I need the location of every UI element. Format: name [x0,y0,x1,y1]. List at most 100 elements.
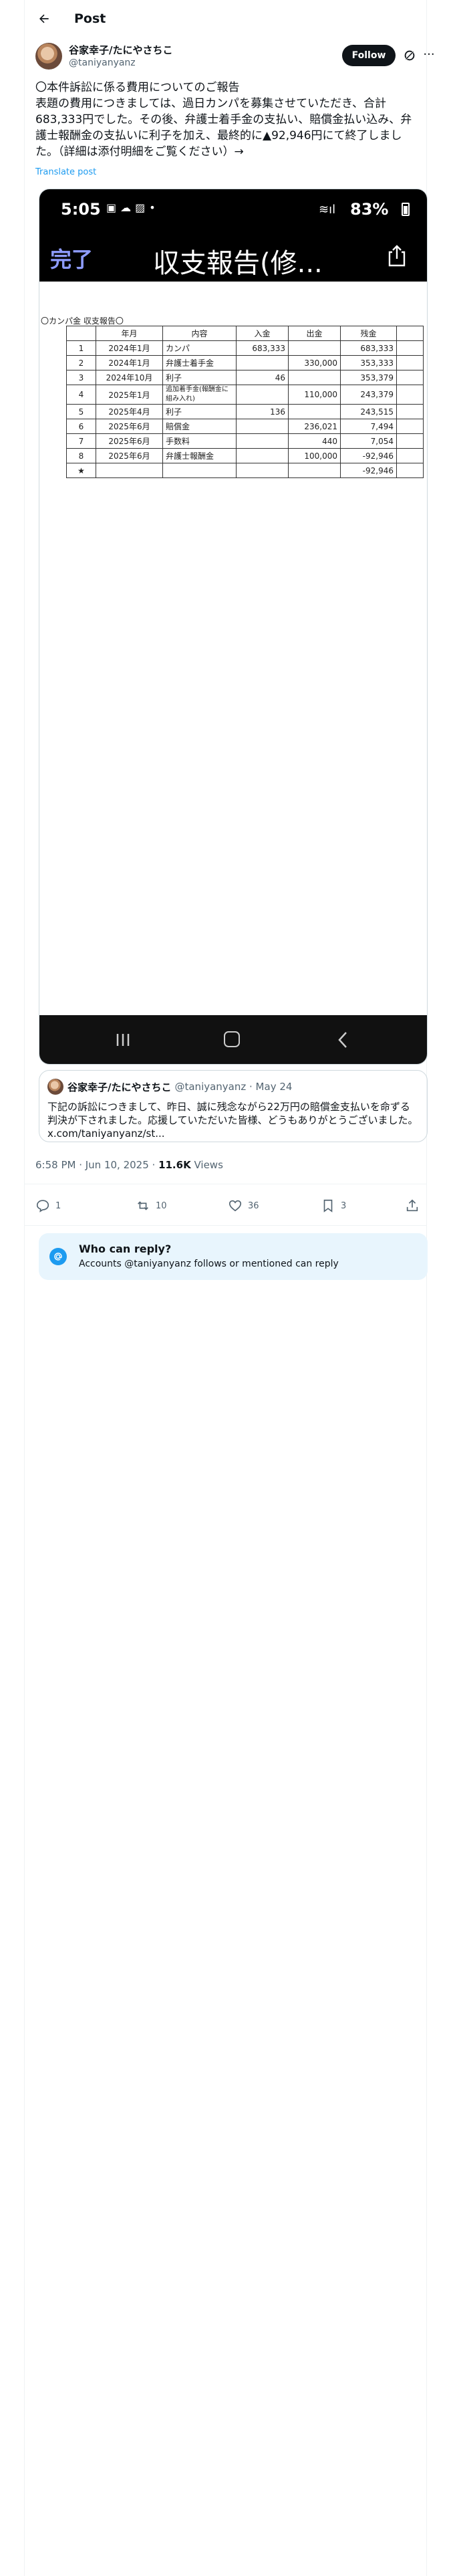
cell-date: 2024年1月 [96,355,163,370]
like-count: 36 [248,1200,259,1211]
repost-button[interactable]: 10 [136,1198,167,1213]
document-title: 収支報告(修... [153,248,323,279]
cell-balance: 243,379 [340,385,397,405]
cell-empty [396,448,424,463]
timestamp-text[interactable]: 6:58 PM · Jun 10, 2025 · [35,1159,158,1171]
column-border-left [24,0,25,2576]
done-button: 完了 [50,247,94,272]
cell-in: 46 [236,370,289,385]
wifi-signal-icon: ≋ıl [319,203,336,217]
column-header: 年月 [96,326,163,341]
author-handle[interactable]: @taniyanyanz [69,57,172,69]
ledger-table: 年月 内容 入金 出金 残金 1 2024年1月 カンパ 683,333 683… [66,326,424,478]
cell-in: 683,333 [236,340,289,356]
table-row: 3 2024年10月 利子 46 353,379 [66,370,424,385]
cell-out: 110,000 [288,385,341,405]
table-row: 2 2024年1月 弁護士着手金 330,000 353,333 [66,355,424,370]
cell-item: 利子 [162,404,237,419]
cell-empty [396,419,424,434]
author-name[interactable]: 谷家幸子/たにやさちこ [69,44,172,57]
table-row: 1 2024年1月 カンパ 683,333 683,333 [66,340,424,356]
cell-empty [396,370,424,385]
cell-in [236,419,289,434]
quoted-text-body: 下記の訴訟につきまして、昨日、誠に残念ながら22万円の賠償金支払いを命ずる判決が… [47,1101,418,1126]
repost-icon [138,1201,148,1210]
cell-date: 2024年1月 [96,340,163,356]
cell-date: 2025年1月 [96,385,163,405]
quoted-author-name: 谷家幸子/たにやさちこ [67,1081,172,1093]
reply-restriction-subtitle: Accounts @taniyanyanz follows or mention… [79,1259,339,1269]
cell-in [236,463,289,478]
page-header: Post [25,0,426,37]
battery-icon [402,203,410,216]
views-label: Views [190,1159,223,1171]
quoted-avatar [47,1079,63,1095]
cell-balance: 7,054 [340,433,397,449]
post-text: 〇本件訴訟に係る費用についてのご報告 表題の費用につきましては、過日カンパを募集… [35,81,412,158]
reply-button[interactable]: 1 [35,1198,61,1213]
cell-date: 2025年4月 [96,404,163,419]
table-header-row: 年月 内容 入金 出金 残金 [66,326,424,341]
bookmark-button[interactable]: 3 [321,1198,346,1213]
arrow-left-icon [39,14,49,23]
repost-count: 10 [156,1200,167,1211]
document-heading: 〇カンパ金 収支報告〇 [41,316,124,326]
phone-app-toolbar: 完了 収支報告(修... [39,228,427,282]
share-button[interactable] [405,1198,425,1213]
post-timestamp: 6:58 PM · Jun 10, 2025 · 11.6K Views [35,1159,223,1171]
cell-item: カンパ [162,340,237,356]
column-header-empty [396,326,424,341]
home-icon [224,1031,240,1047]
cell-empty [396,404,424,419]
cell-item [162,463,237,478]
grok-icon[interactable] [402,48,417,63]
cell-date [96,463,163,478]
reply-icon [36,1200,49,1212]
battery-level: 83% [350,200,389,219]
column-header: 出金 [288,326,341,341]
reply-restriction-title: Who can reply? [79,1243,172,1255]
cell-no: 7 [66,433,96,449]
page-title: Post [74,11,106,26]
quoted-post[interactable]: 谷家幸子/たにやさちこ @taniyanyanz · May 24 下記の訴訟に… [39,1070,428,1142]
column-header-no [66,326,96,341]
cell-no: 6 [66,419,96,434]
quoted-post-header: 谷家幸子/たにやさちこ @taniyanyanz · May 24 [47,1079,292,1095]
author-row: 谷家幸子/たにやさちこ @taniyanyanz Follow ··· [35,40,435,72]
cell-item: 賠償金 [162,419,237,434]
back-icon [338,1032,347,1048]
cell-no: ★ [66,463,96,478]
document-view: 〇カンパ金 収支報告〇 年月 内容 入金 出金 残金 1 2024年1月 カンパ… [39,282,427,964]
status-time: 5:05 [61,200,101,219]
recent-apps-icon [116,1034,130,1046]
back-button[interactable] [33,7,55,30]
table-row: ★ -92,946 [66,463,424,478]
translate-link[interactable]: Translate post [35,167,96,177]
cell-out [288,370,341,385]
cell-empty [396,433,424,449]
cell-item: 追加着手金(報酬金に組み入れ) [162,385,237,405]
post-page: Post 谷家幸子/たにやさちこ @taniyanyanz Follow ···… [0,0,451,2576]
cell-balance: -92,946 [340,448,397,463]
table-row: 6 2025年6月 賠償金 236,021 7,494 [66,419,424,434]
follow-button[interactable]: Follow [342,45,396,66]
divider [25,1225,426,1226]
cell-no: 4 [66,385,96,405]
mention-icon [49,1248,67,1265]
more-options-icon[interactable]: ··· [422,48,436,63]
cell-no: 2 [66,355,96,370]
cell-empty [396,340,424,356]
cell-out: 330,000 [288,355,341,370]
phone-nav-bar [39,1015,427,1064]
post-image[interactable]: 5:05 ▣☁▨• ≋ıl 83% 完了 収支報告(修... 〇カンパ金 収支報… [39,189,428,1065]
table-row: 8 2025年6月 弁護士報酬金 100,000 -92,946 [66,448,424,463]
avatar[interactable] [35,43,62,70]
column-header: 内容 [162,326,237,341]
cell-balance: 243,515 [340,404,397,419]
cell-out [288,340,341,356]
like-button[interactable]: 36 [228,1198,259,1213]
cell-empty [396,385,424,405]
quoted-post-text: 下記の訴訟につきまして、昨日、誠に残念ながら22万円の賠償金支払いを命ずる判決が… [47,1100,419,1140]
cell-out [288,404,341,419]
quoted-post-link[interactable]: x.com/taniyanyanz/st... [47,1128,165,1140]
